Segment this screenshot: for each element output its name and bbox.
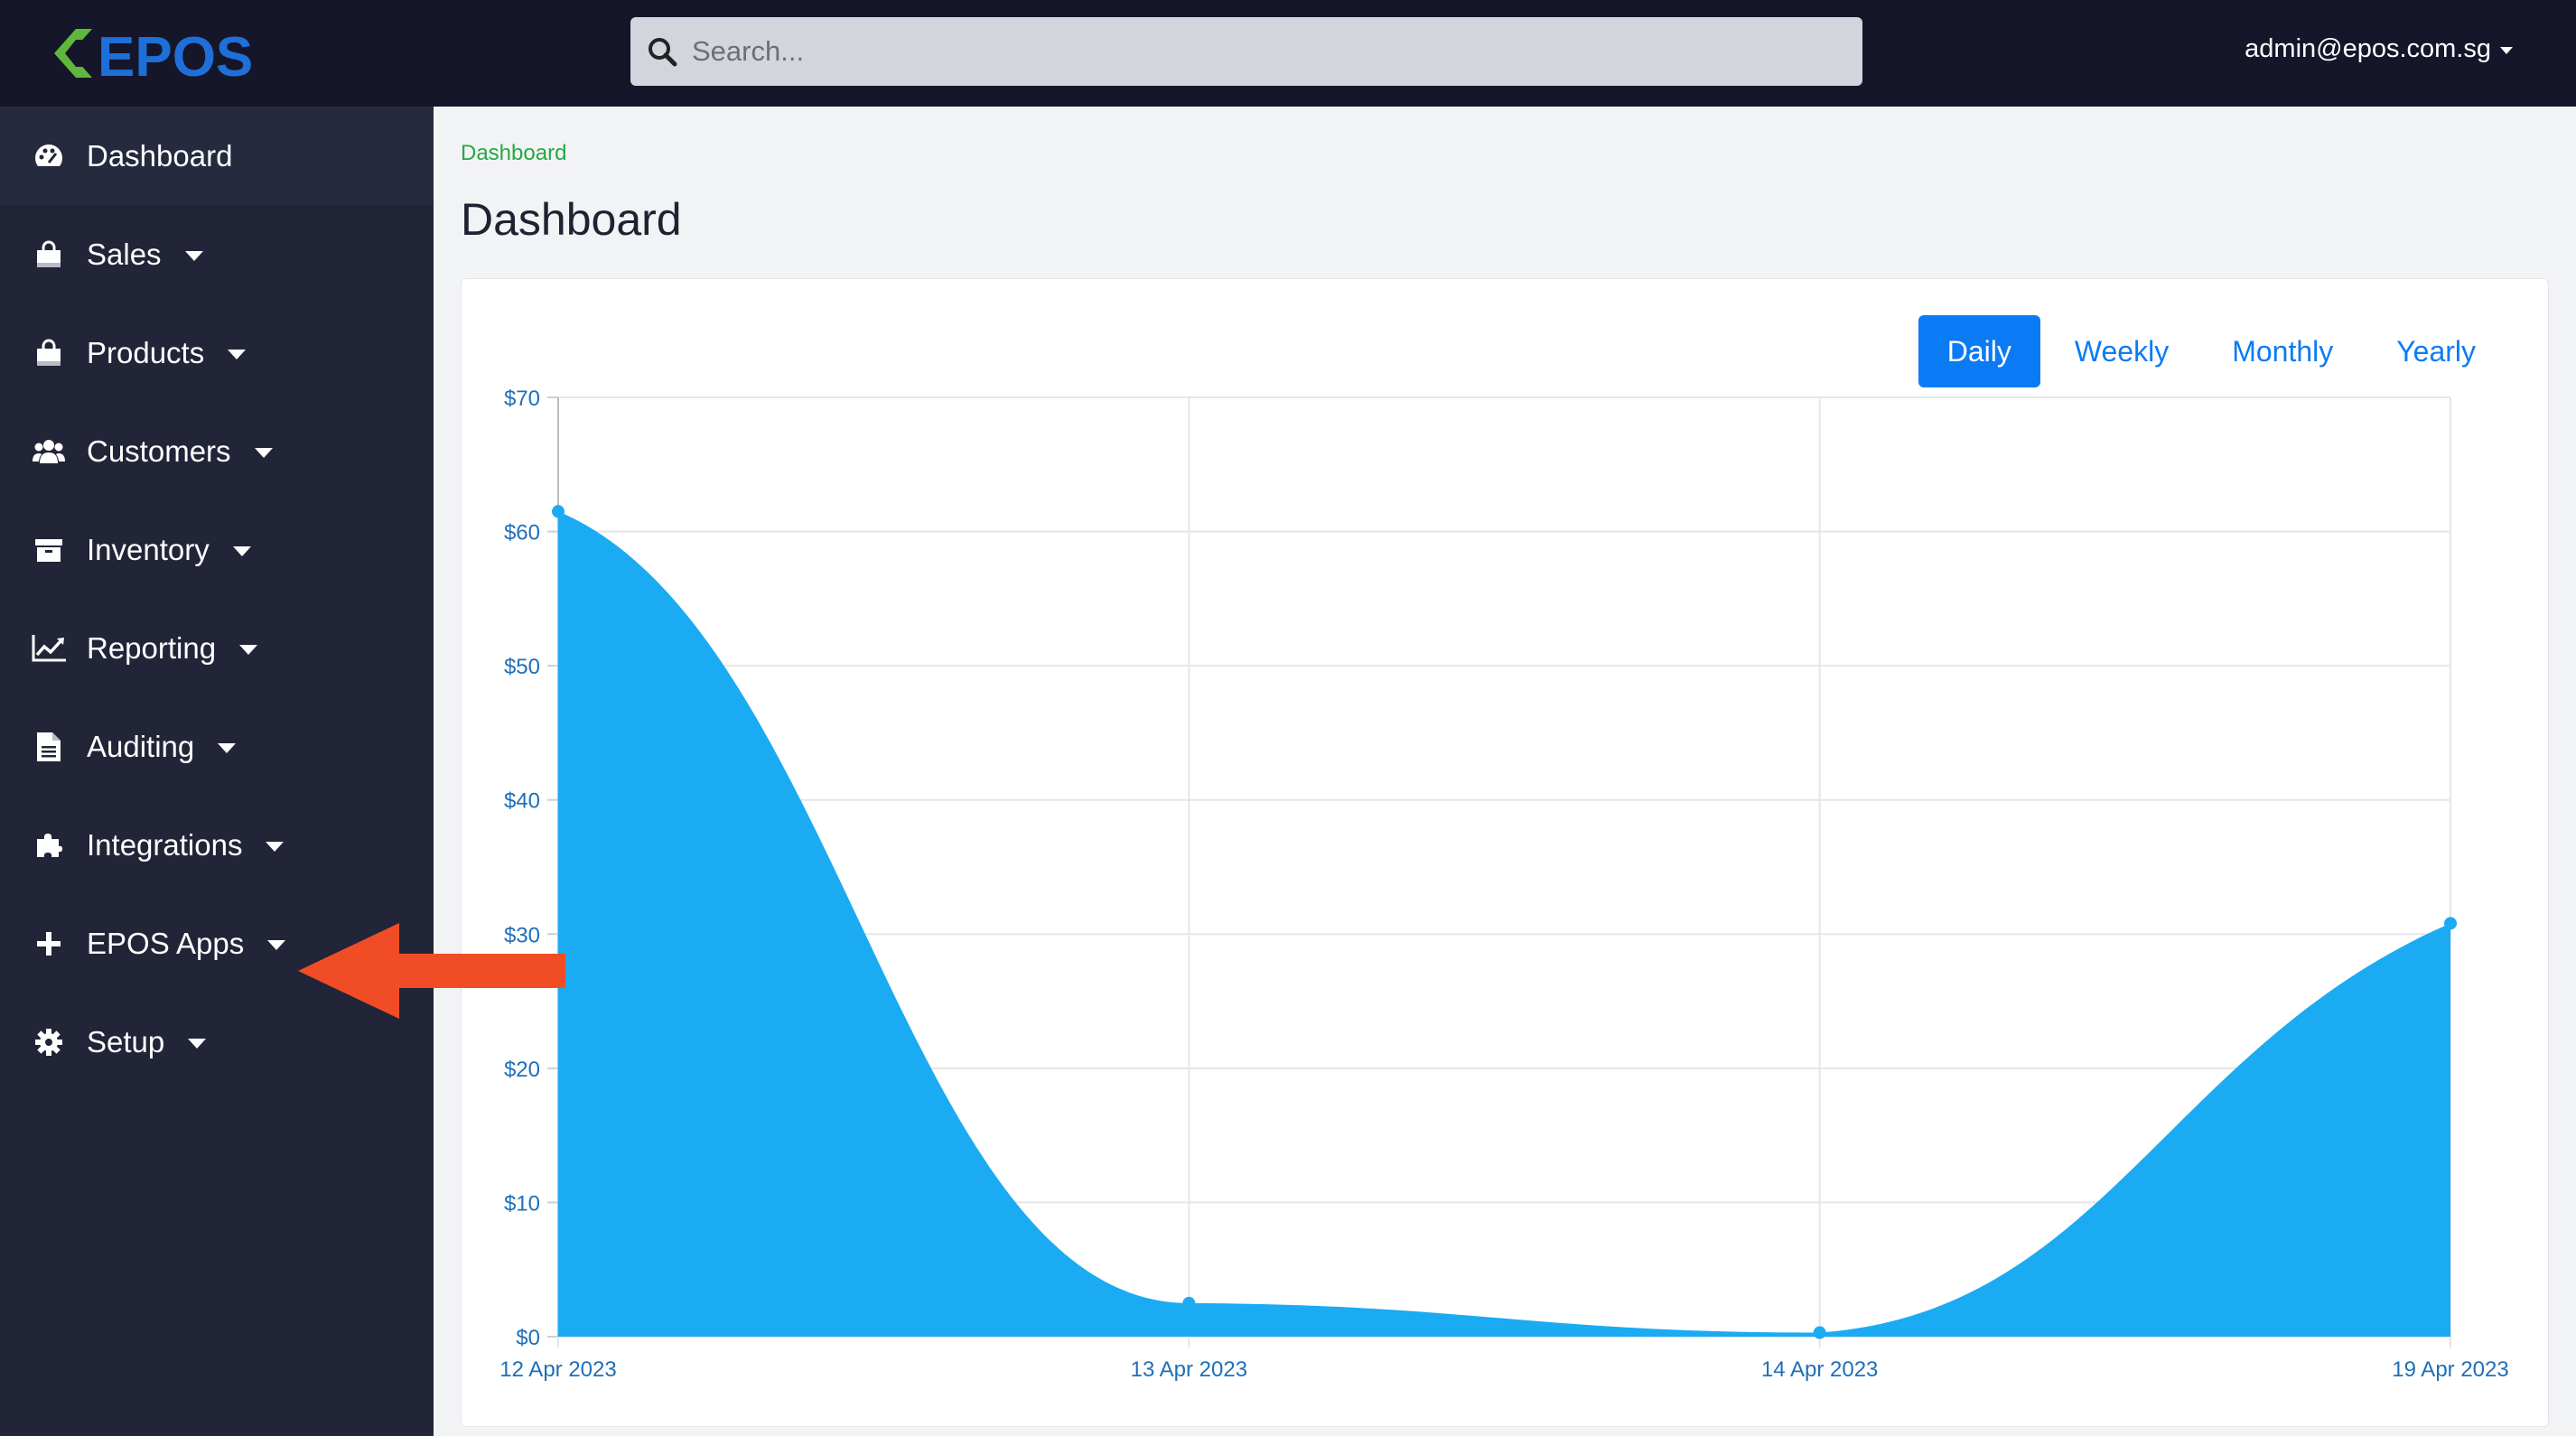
chevron-down-icon xyxy=(188,1039,207,1049)
sidebar-item-label: Reporting xyxy=(87,630,217,665)
chevron-down-icon xyxy=(2500,46,2513,54)
chevron-down-icon xyxy=(218,743,237,753)
data-point xyxy=(552,505,565,518)
archive-box-icon xyxy=(31,532,67,568)
sidebar-item-label: Integrations xyxy=(87,827,243,862)
search-icon xyxy=(649,38,677,67)
chevron-down-icon xyxy=(266,842,285,852)
chevron-down-icon xyxy=(254,448,273,458)
sidebar-item-products[interactable]: Products xyxy=(0,303,434,402)
chart-y-ticks: $0$10$20$30$40$50$60$70 xyxy=(504,387,540,1350)
line-chart-icon xyxy=(31,630,67,667)
sidebar-item-reporting[interactable]: Reporting xyxy=(0,599,434,697)
plus-icon xyxy=(31,926,67,962)
epos-logo[interactable]: EPOS xyxy=(52,23,269,83)
sidebar-item-label: Inventory xyxy=(87,532,210,566)
document-icon xyxy=(31,729,67,765)
sidebar: Dashboard Sales Products Customers Inven… xyxy=(0,107,434,1436)
chart-x-ticks: 12 Apr 2023 13 Apr 2023 14 Apr 2023 19 Apr … xyxy=(499,1357,2508,1382)
chevron-down-icon xyxy=(267,940,286,950)
area-series-fill xyxy=(558,511,2450,1337)
x-tick-label: 14 Apr 2023 xyxy=(1761,1357,1878,1382)
sidebar-item-label: Customers xyxy=(87,434,231,468)
search-bar[interactable] xyxy=(630,17,1862,86)
chevron-down-icon xyxy=(184,251,203,261)
sidebar-item-integrations[interactable]: Integrations xyxy=(0,796,434,894)
sales-area-chart: $0$10$20$30$40$50$60$70 12 Apr 2023 13 Ap… xyxy=(499,387,2508,1382)
chart-series-area xyxy=(558,511,2450,1337)
sidebar-item-inventory[interactable]: Inventory xyxy=(0,500,434,599)
sidebar-item-label: Sales xyxy=(87,237,162,271)
x-tick-label: 12 Apr 2023 xyxy=(499,1357,616,1382)
data-point xyxy=(2444,917,2457,930)
shopping-bag-icon xyxy=(31,335,67,371)
chevron-down-icon xyxy=(239,645,258,655)
y-tick-label: $50 xyxy=(504,655,540,679)
y-tick-label: $40 xyxy=(504,789,540,814)
sidebar-item-label: Setup xyxy=(87,1024,165,1058)
data-point xyxy=(1813,1326,1826,1339)
x-tick-label: 13 Apr 2023 xyxy=(1131,1357,1247,1382)
data-point xyxy=(1182,1296,1196,1310)
sidebar-item-label: Auditing xyxy=(87,729,195,763)
users-icon xyxy=(31,434,67,470)
sidebar-item-auditing[interactable]: Auditing xyxy=(0,697,434,796)
annotation-arrow-icon xyxy=(298,923,565,1019)
sidebar-item-customers[interactable]: Customers xyxy=(0,402,434,500)
shopping-bag-icon xyxy=(31,237,67,273)
sidebar-item-sales[interactable]: Sales xyxy=(0,205,434,303)
y-tick-label: $0 xyxy=(516,1326,540,1350)
x-tick-label: 19 Apr 2023 xyxy=(2392,1357,2508,1382)
top-bar: EPOS admin@epos.com.sg xyxy=(0,0,2576,107)
y-tick-label: $10 xyxy=(504,1191,540,1216)
sidebar-item-label: EPOS Apps xyxy=(87,926,245,960)
user-menu[interactable]: admin@epos.com.sg xyxy=(2245,34,2513,64)
y-tick-label: $70 xyxy=(504,387,540,411)
breadcrumb[interactable]: Dashboard xyxy=(461,141,566,166)
y-tick-label: $60 xyxy=(504,521,540,545)
chevron-down-icon xyxy=(232,546,251,556)
palette-icon xyxy=(31,138,67,174)
search-input[interactable] xyxy=(690,24,1819,79)
sidebar-item-label: Dashboard xyxy=(87,138,233,173)
page-title: Dashboard xyxy=(461,194,682,245)
gear-icon xyxy=(31,1024,67,1060)
user-email: admin@epos.com.sg xyxy=(2245,34,2491,63)
sidebar-item-label: Products xyxy=(87,335,205,369)
y-tick-label: $20 xyxy=(504,1058,540,1082)
sidebar-item-dashboard[interactable]: Dashboard xyxy=(0,107,434,205)
chevron-down-icon xyxy=(228,350,247,359)
brand-text: EPOS xyxy=(98,26,253,83)
puzzle-icon xyxy=(31,827,67,863)
